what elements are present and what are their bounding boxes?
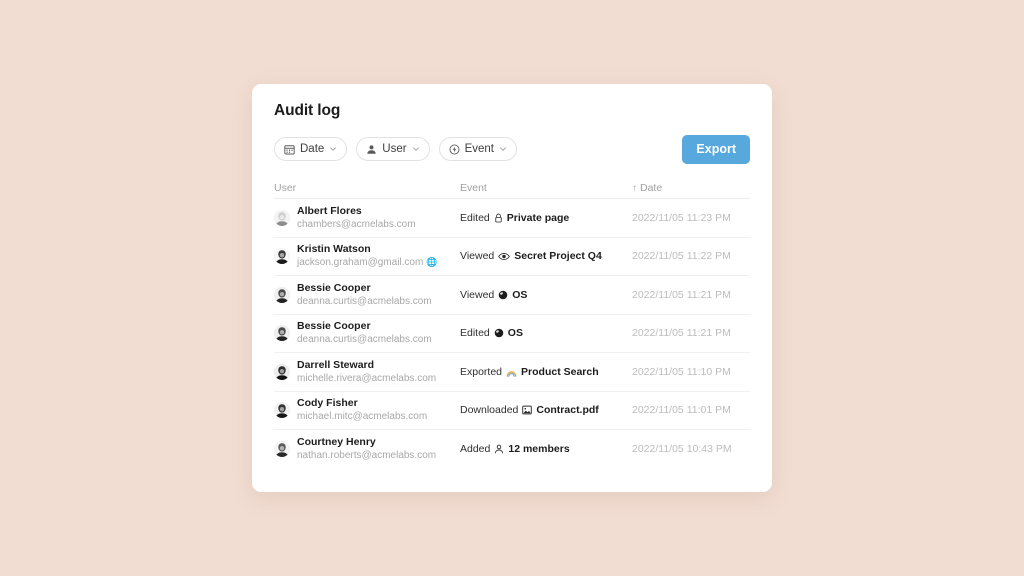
audit-log-table: User Event ↑ Date Albert Flores chambers@…: [274, 178, 750, 469]
courtney-henry-avatar: [274, 441, 290, 458]
event-target: Private page: [506, 211, 570, 224]
email-badge-emoji: 🌐: [426, 257, 438, 268]
user-email: michael.mitc@acmelabs.com: [297, 411, 428, 423]
cell-event: Edited Private page: [460, 212, 632, 224]
user-name: Courtney Henry: [297, 436, 376, 449]
event-target: Product Search: [521, 365, 599, 378]
darrell-steward-avatar: [274, 363, 290, 380]
cell-user: Kristin Watson jackson.graham@gmail.com 🌐: [274, 243, 460, 269]
kristin-watson-avatar: [274, 248, 290, 265]
user-name: Darrell Steward: [297, 358, 375, 371]
cell-user: Courtney Henry nathan.roberts@acmelabs.co…: [274, 436, 460, 462]
picture-icon: [522, 405, 533, 415]
cell-event: Viewed Secret Project Q4: [460, 250, 632, 262]
export-button[interactable]: Export: [682, 134, 750, 164]
person-icon: [366, 144, 377, 155]
table-row[interactable]: Kristin Watson jackson.graham@gmail.com 🌐 V…: [274, 238, 750, 276]
filter-pill-user-label: User: [382, 143, 407, 155]
bessie-cooper-avatar: [274, 286, 290, 303]
cell-date: 2022/11/05 11:23 PM: [632, 211, 731, 224]
user-name: Albert Flores: [297, 204, 362, 217]
member-icon: [494, 444, 504, 454]
cell-event: Added 12 members: [460, 443, 632, 455]
sort-ascending-icon: ↑: [632, 182, 637, 194]
toolbar: Date User Event Export: [274, 134, 750, 164]
user-name: Cody Fisher: [297, 397, 358, 410]
cell-user: Cody Fisher michael.mitc@acmelabs.com: [274, 397, 460, 423]
audit-log-card: Audit log Date User Event Export User Ev…: [252, 84, 772, 492]
user-name: Bessie Cooper: [297, 320, 371, 333]
sphere-icon: [498, 290, 508, 300]
cell-user: Bessie Cooper deanna.curtis@acmelabs.com: [274, 320, 460, 346]
event-target: OS: [512, 288, 528, 301]
cell-event: Downloaded Contract.pdf: [460, 404, 632, 416]
filter-pill-event[interactable]: Event: [438, 137, 517, 161]
event-target: Secret Project Q4: [514, 250, 602, 263]
event-verb: Added: [460, 443, 491, 456]
filter-pill-date-label: Date: [300, 143, 325, 155]
cell-date: 2022/11/05 11:21 PM: [632, 288, 731, 301]
column-header-date-label: Date: [640, 182, 663, 194]
chevron-down-icon: [329, 145, 337, 153]
user-email: michelle.rivera@acmelabs.com: [297, 372, 437, 384]
event-verb: Viewed: [460, 250, 495, 263]
event-verb: Viewed: [460, 288, 495, 301]
user-name: Bessie Cooper: [297, 281, 371, 294]
lightning-circle-icon: [449, 144, 460, 155]
user-email: jackson.graham@gmail.com 🌐: [297, 257, 438, 269]
eye-icon: [498, 252, 511, 261]
sphere-icon: [494, 328, 504, 338]
table-body: Albert Flores chambers@acmelabs.com Edited…: [274, 199, 750, 469]
chevron-down-icon: [499, 145, 507, 153]
lock-icon: [494, 213, 503, 223]
event-verb: Edited: [460, 211, 490, 224]
event-verb: Exported: [460, 365, 503, 378]
event-target: OS: [507, 327, 523, 340]
event-verb: Downloaded: [460, 404, 519, 417]
filter-pill-event-label: Event: [464, 143, 494, 155]
table-row[interactable]: Bessie Cooper deanna.curtis@acmelabs.com V…: [274, 276, 750, 315]
cell-event: Exported Product Search: [460, 366, 632, 378]
chevron-down-icon: [412, 145, 420, 153]
event-verb: Edited: [460, 327, 490, 340]
user-email: deanna.curtis@acmelabs.com: [297, 295, 432, 307]
bessie-cooper-avatar: [274, 325, 290, 342]
user-email: nathan.roberts@acmelabs.com: [297, 450, 437, 462]
page-title: Audit log: [274, 102, 341, 119]
filter-pill-user[interactable]: User: [356, 137, 430, 161]
calendar-icon: [284, 144, 295, 155]
user-name: Kristin Watson: [297, 243, 371, 256]
column-header-event[interactable]: Event: [460, 182, 632, 194]
cell-date: 2022/11/05 10:43 PM: [632, 443, 732, 456]
table-row[interactable]: Courtney Henry nathan.roberts@acmelabs.co…: [274, 430, 750, 469]
albert-flores-avatar: [274, 209, 290, 226]
column-header-user[interactable]: User: [274, 182, 460, 194]
filter-pill-date[interactable]: Date: [274, 137, 348, 161]
cell-date: 2022/11/05 11:10 PM: [632, 365, 731, 378]
cell-date: 2022/11/05 11:21 PM: [632, 327, 731, 340]
user-email: deanna.curtis@acmelabs.com: [297, 334, 432, 346]
table-row[interactable]: Darrell Steward michelle.rivera@acmelabs.…: [274, 353, 750, 392]
table-header-row: User Event ↑ Date: [274, 178, 750, 199]
user-email: chambers@acmelabs.com: [297, 218, 416, 230]
cell-event: Edited OS: [460, 327, 632, 339]
cell-user: Albert Flores chambers@acmelabs.com: [274, 205, 460, 231]
cody-fisher-avatar: [274, 402, 290, 419]
cell-event: Viewed OS: [460, 289, 632, 301]
cell-date: 2022/11/05 11:22 PM: [632, 250, 731, 263]
column-header-date[interactable]: ↑ Date: [632, 182, 750, 194]
rainbow-icon: [506, 367, 517, 377]
table-row[interactable]: Albert Flores chambers@acmelabs.com Edited…: [274, 199, 750, 238]
table-row[interactable]: Cody Fisher michael.mitc@acmelabs.com Down…: [274, 392, 750, 430]
cell-user: Bessie Cooper deanna.curtis@acmelabs.com: [274, 282, 460, 308]
cell-user: Darrell Steward michelle.rivera@acmelabs.…: [274, 359, 460, 385]
event-target: Contract.pdf: [536, 404, 599, 417]
event-target: 12 members: [508, 443, 570, 456]
cell-date: 2022/11/05 11:01 PM: [632, 404, 731, 417]
table-row[interactable]: Bessie Cooper deanna.curtis@acmelabs.com E…: [274, 315, 750, 353]
